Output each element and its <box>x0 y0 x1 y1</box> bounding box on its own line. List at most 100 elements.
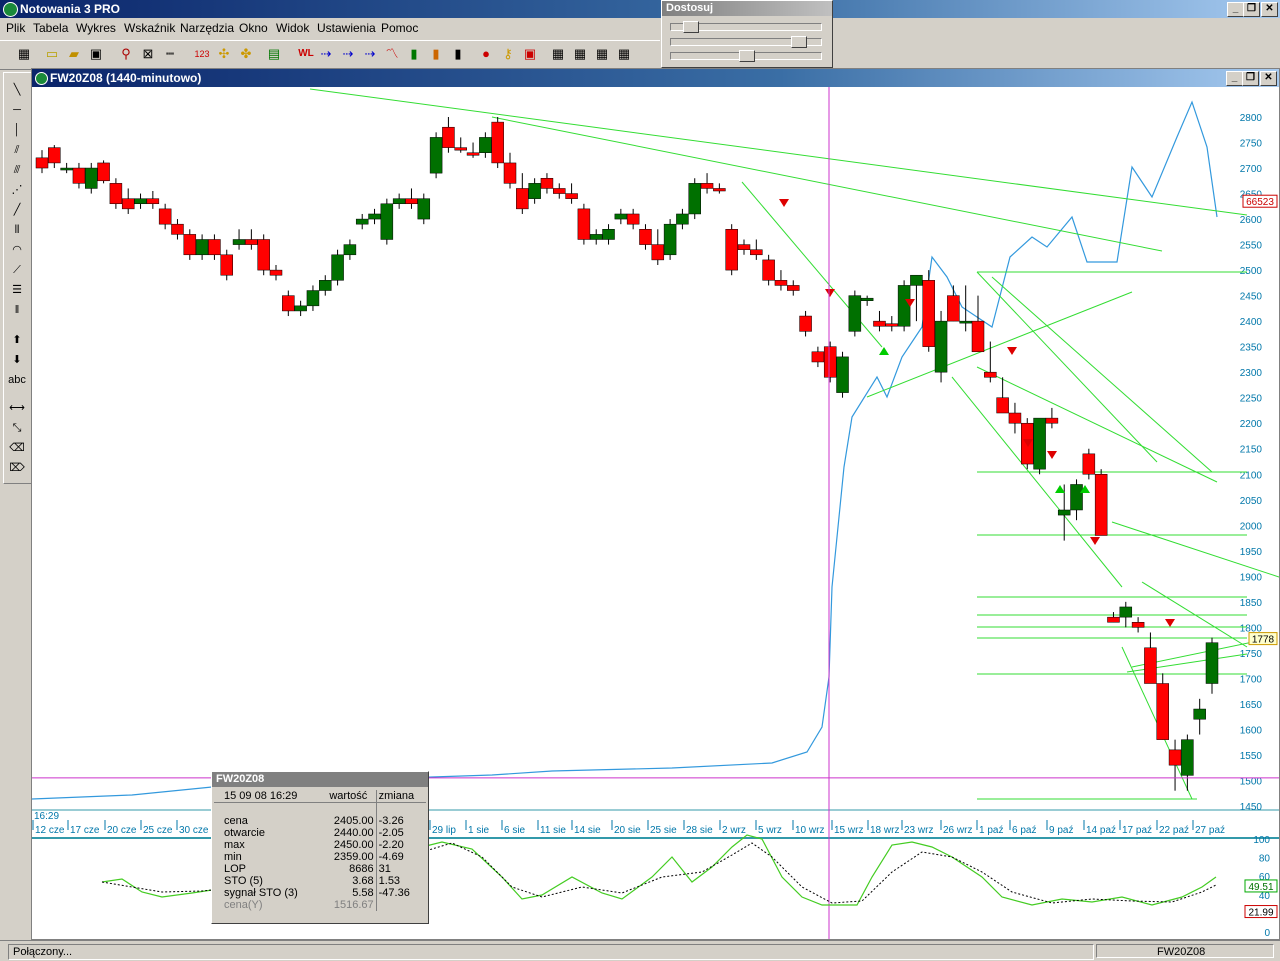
move-icon[interactable]: ⤡ <box>6 419 28 437</box>
vertical-line-icon[interactable]: │ <box>6 121 28 139</box>
window-icon[interactable]: ▣ <box>520 44 540 64</box>
candle-body <box>947 295 960 322</box>
grid-icon[interactable]: ▦ <box>14 44 34 64</box>
candle-body <box>171 223 184 235</box>
minimize-button[interactable]: _ <box>1227 2 1244 17</box>
line-chart-icon[interactable]: 〽 <box>382 44 402 64</box>
traffic-light-icon[interactable]: ● <box>476 44 496 64</box>
eraser-all-icon[interactable]: ⌦ <box>6 459 28 477</box>
y-tick-label: 2050 <box>1240 496 1263 507</box>
candle-body <box>220 254 233 276</box>
candle-body <box>959 320 972 324</box>
y-tick-label: 2700 <box>1240 164 1263 175</box>
candle-body <box>60 167 73 171</box>
arrow-down-icon[interactable]: ⬇ <box>6 351 28 369</box>
menu-plik[interactable]: Plik <box>6 21 25 35</box>
wl-icon[interactable]: WL <box>296 44 316 64</box>
close-button[interactable]: ✕ <box>1261 2 1278 17</box>
x-tick-label: 12 cze <box>35 825 65 836</box>
chart-close-button[interactable]: ✕ <box>1260 71 1277 86</box>
key-icon[interactable]: ⚷ <box>498 44 518 64</box>
arrow-right-icon[interactable]: ⇢ <box>316 44 336 64</box>
x-tick-label: 23 wrz <box>904 825 933 836</box>
candle-body <box>245 239 258 245</box>
restore-button[interactable]: ❐ <box>1243 2 1260 17</box>
numbers-icon[interactable]: 123 <box>192 44 212 64</box>
candle-body <box>1082 453 1096 475</box>
quote-info-panel[interactable]: FW20Z08 15 09 08 16:29 wartość zmiana ce… <box>211 771 429 924</box>
menu-pomoc[interactable]: Pomoc <box>381 21 418 35</box>
ray-icon[interactable]: ╱ <box>6 201 28 219</box>
x-tick-label: 28 sie <box>686 825 713 836</box>
arrow-right-alt-icon[interactable]: ⇢ <box>338 44 358 64</box>
zoom-icon[interactable]: ⊠ <box>138 44 158 64</box>
menu-ustawienia[interactable]: Ustawienia <box>317 21 376 35</box>
menu-okno[interactable]: Okno <box>239 21 268 35</box>
bar-chart-icon[interactable]: ▮ <box>404 44 424 64</box>
layout-3-icon[interactable]: ▦ <box>592 44 612 64</box>
chart-minimize-button[interactable]: _ <box>1226 71 1243 86</box>
fibonacci-icon[interactable]: ☰ <box>6 281 28 299</box>
candle-body <box>466 152 480 156</box>
x-tick-label: 1 sie <box>468 825 490 836</box>
cycles-icon[interactable]: ⦀ <box>6 221 28 239</box>
diagonal-line-icon[interactable]: ╲ <box>6 81 28 99</box>
open-folder-icon[interactable]: ▰ <box>64 44 84 64</box>
bar-chart-alt-icon[interactable]: ▮ <box>426 44 446 64</box>
dostosuj-slider-1[interactable] <box>670 21 822 33</box>
search-icon[interactable]: ⚲ <box>116 44 136 64</box>
speed-lines-icon[interactable]: ⟋ <box>6 261 28 279</box>
arc-icon[interactable]: ◠ <box>6 241 28 259</box>
menu-wskaznik[interactable]: Wskaźnik <box>124 21 175 35</box>
chart-restore-button[interactable]: ❐ <box>1242 71 1259 86</box>
candle-body <box>811 351 825 363</box>
osc-tick-label: 100 <box>1253 835 1270 846</box>
candle-body <box>922 280 935 347</box>
info-row: max 2450.00 -2.20 <box>214 839 426 851</box>
x-tick-label: 22 paź <box>1159 825 1189 836</box>
dostosuj-slider-3[interactable] <box>670 50 822 62</box>
layout-4-icon[interactable]: ▦ <box>614 44 634 64</box>
fan-icon[interactable]: ⫻ <box>6 161 28 179</box>
y-tick-label: 1850 <box>1240 598 1263 609</box>
ruler-icon[interactable]: ┉ <box>160 44 180 64</box>
menu-tabela[interactable]: Tabela <box>33 21 68 35</box>
chart-window-title: FW20Z08 (1440-minutowo) <box>50 71 202 85</box>
new-file-icon[interactable]: ▭ <box>42 44 62 64</box>
channel-icon[interactable]: ⫽ <box>6 141 28 159</box>
arrow-right-alt2-icon[interactable]: ⇢ <box>360 44 380 64</box>
layout-2-icon[interactable]: ▦ <box>570 44 590 64</box>
osc-tick-label: 0 <box>1264 928 1270 939</box>
info-row: min 2359.00 -4.69 <box>214 851 426 863</box>
candle-body <box>614 213 628 220</box>
y-tick-label: 2250 <box>1240 394 1263 405</box>
double-arrow-icon[interactable]: ⟷ <box>6 399 28 417</box>
time-zones-icon[interactable]: ‖ <box>6 301 28 319</box>
candle-body <box>1156 683 1169 740</box>
menu-widok[interactable]: Widok <box>276 21 309 35</box>
eraser-icon[interactable]: ⌫ <box>6 439 28 457</box>
save-icon[interactable]: ▣ <box>86 44 106 64</box>
menu-wykres[interactable]: Wykres <box>76 21 116 35</box>
arrow-up-icon[interactable]: ⬆ <box>6 331 28 349</box>
candle-body <box>676 213 689 225</box>
dostosuj-slider-2[interactable] <box>670 36 822 48</box>
points-icon[interactable]: ✣ <box>214 44 234 64</box>
x-tick-label: 29 lip <box>432 825 456 836</box>
menu-narzedzia[interactable]: Narzędzia <box>180 21 234 35</box>
candle-body <box>1033 417 1046 470</box>
gann-icon[interactable]: ⋰ <box>6 181 28 199</box>
x-tick-label: 11 sie <box>540 825 566 836</box>
candle-body <box>1045 417 1059 424</box>
y-tick-label: 1950 <box>1240 547 1263 558</box>
candle-body <box>208 239 221 256</box>
text-tool[interactable]: abc <box>6 371 28 389</box>
candle-body <box>516 188 529 210</box>
candle-body <box>651 244 665 261</box>
layout-1-icon[interactable]: ▦ <box>548 44 568 64</box>
app-title-bar: Notowania 3 PRO _ ❐ ✕ <box>0 0 1280 18</box>
horizontal-line-icon[interactable]: ─ <box>6 101 28 119</box>
candle-chart-icon[interactable]: ▮ <box>448 44 468 64</box>
table-icon[interactable]: ▤ <box>264 44 284 64</box>
points-alt-icon[interactable]: ✤ <box>236 44 256 64</box>
